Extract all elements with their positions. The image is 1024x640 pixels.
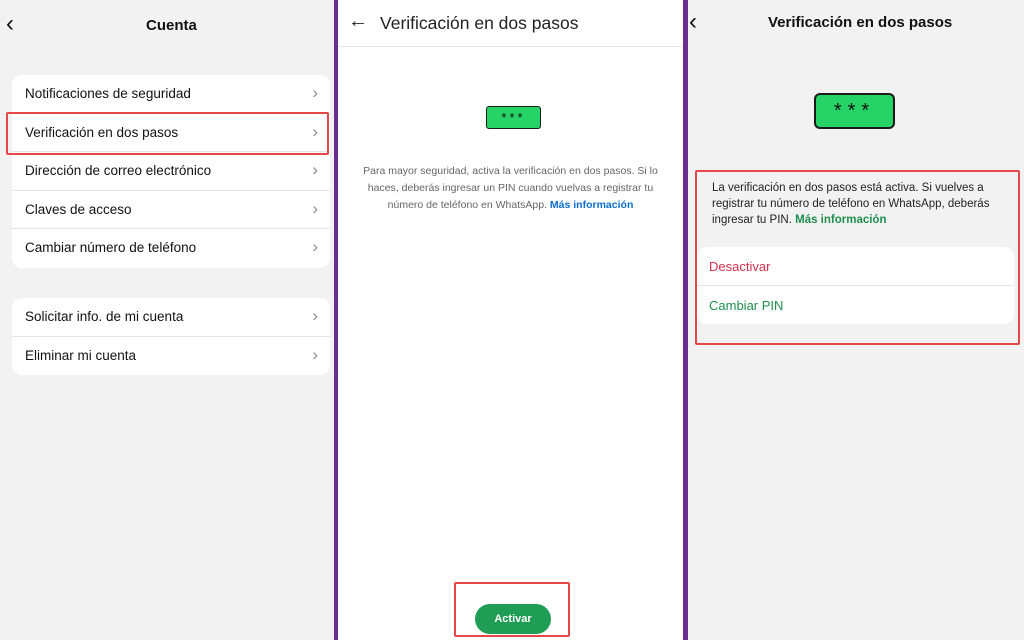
- back-chevron-icon[interactable]: ‹: [689, 10, 697, 34]
- settings-item-request-account-info[interactable]: Solicitar info. de mi cuenta ›: [12, 298, 330, 337]
- page-title: Verificación en dos pasos: [768, 14, 953, 31]
- arrow-left-icon[interactable]: ←: [348, 10, 368, 33]
- account-data-group: Solicitar info. de mi cuenta › Eliminar …: [12, 298, 330, 375]
- chevron-right-icon: ›: [312, 344, 318, 364]
- account-settings-group: Notificaciones de seguridad › Verificaci…: [12, 75, 330, 268]
- highlight-box: [695, 170, 1020, 345]
- highlight-box: [6, 112, 329, 155]
- chevron-right-icon: ›: [312, 237, 318, 256]
- chevron-right-icon: ›: [312, 160, 318, 179]
- chevron-right-icon: ›: [312, 83, 318, 102]
- settings-item-label: Notificaciones de seguridad: [25, 86, 191, 101]
- settings-item-label: Cambiar número de teléfono: [25, 240, 197, 255]
- settings-item-change-number[interactable]: Cambiar número de teléfono ›: [12, 229, 330, 268]
- two-step-setup-screen: ← Verificación en dos pasos *** Para may…: [338, 0, 683, 640]
- settings-item-label: Claves de acceso: [25, 201, 132, 217]
- page-title: Cuenta: [146, 17, 197, 34]
- pin-illustration: ***: [814, 93, 895, 129]
- chevron-right-icon: ›: [312, 198, 318, 218]
- chevron-right-icon: ›: [312, 306, 318, 325]
- settings-item-passkeys[interactable]: Claves de acceso ›: [12, 191, 330, 229]
- highlight-box: [454, 582, 570, 637]
- two-step-active-screen: ‹ Verificación en dos pasos *** La verif…: [689, 0, 1024, 640]
- settings-item-delete-account[interactable]: Eliminar mi cuenta ›: [12, 337, 330, 376]
- pin-illustration: ***: [486, 106, 541, 129]
- settings-item-label: Solicitar info. de mi cuenta: [25, 309, 184, 324]
- account-screen: ‹ Cuenta Notificaciones de seguridad › V…: [0, 0, 334, 640]
- more-info-link[interactable]: Más información: [550, 199, 633, 211]
- panel-divider: [683, 0, 688, 640]
- settings-item-label: Eliminar mi cuenta: [25, 347, 137, 363]
- header-divider: [338, 46, 683, 47]
- settings-item-label: Dirección de correo electrónico: [25, 163, 212, 178]
- settings-item-security-notifications[interactable]: Notificaciones de seguridad ›: [12, 75, 330, 114]
- description-text: Para mayor seguridad, activa la verifica…: [356, 163, 665, 214]
- back-chevron-icon[interactable]: ‹: [6, 12, 14, 36]
- settings-item-email-address[interactable]: Dirección de correo electrónico ›: [12, 152, 330, 191]
- page-title: Verificación en dos pasos: [380, 13, 579, 33]
